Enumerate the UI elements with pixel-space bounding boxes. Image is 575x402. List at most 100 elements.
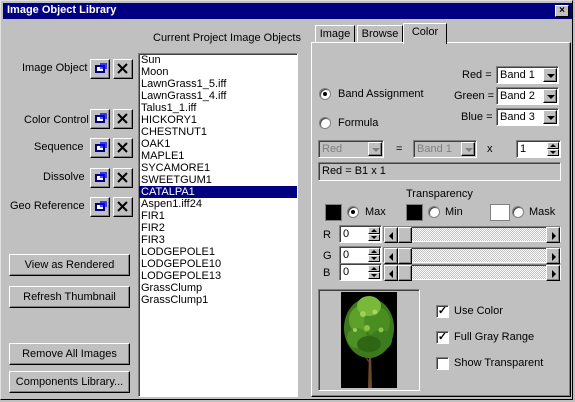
stepper-up-icon[interactable]: [368, 227, 380, 234]
list-item[interactable]: LODGEPOLE10: [139, 258, 297, 270]
blue-band-value: Band 3: [500, 111, 535, 123]
list-item[interactable]: GrassClump1: [139, 294, 297, 306]
tab-color[interactable]: Color: [403, 23, 447, 44]
tab-browse[interactable]: Browse: [357, 25, 403, 43]
refresh-thumbnail-button[interactable]: Refresh Thumbnail: [9, 286, 130, 308]
image-object-load-button[interactable]: [90, 59, 110, 79]
stepper-down-icon[interactable]: [368, 255, 380, 262]
list-item[interactable]: SYCAMORE1: [139, 162, 297, 174]
list-item[interactable]: OAK1: [139, 138, 297, 150]
arrow-left-icon[interactable]: [384, 265, 398, 281]
g-value-stepper[interactable]: 0: [339, 246, 382, 264]
view-as-rendered-button[interactable]: View as Rendered: [9, 254, 130, 276]
stepper-up-icon[interactable]: [547, 142, 559, 149]
mask-color-swatch[interactable]: [490, 204, 510, 221]
stepper-up-icon[interactable]: [368, 265, 380, 272]
b-label: B: [323, 267, 331, 279]
x-icon: [117, 142, 128, 153]
chevron-down-icon[interactable]: [543, 68, 557, 82]
use-color-checkbox[interactable]: ✓: [436, 305, 449, 318]
show-transparent-checkbox[interactable]: [436, 357, 449, 370]
g-slider[interactable]: [383, 247, 561, 264]
geo-reference-load-button[interactable]: [90, 197, 110, 217]
band-assignment-radio[interactable]: [319, 88, 331, 100]
list-item[interactable]: HICKORY1: [139, 114, 297, 126]
b-slider[interactable]: [383, 264, 561, 281]
window-title: Image Object Library: [7, 4, 117, 16]
arrow-left-icon[interactable]: [384, 227, 398, 243]
red-band-select[interactable]: Band 1: [496, 66, 559, 84]
formula-band-select[interactable]: Band 1: [413, 140, 477, 158]
max-radio[interactable]: [347, 206, 359, 218]
red-band-value: Band 1: [500, 69, 535, 81]
dissolve-clear-button[interactable]: [113, 168, 133, 188]
list-item[interactable]: MAPLE1: [139, 150, 297, 162]
list-item[interactable]: GrassClump: [139, 282, 297, 294]
list-item-selected[interactable]: CATALPA1: [139, 186, 297, 198]
tree-thumbnail-image: [341, 292, 397, 388]
stepper-down-icon[interactable]: [547, 149, 559, 156]
min-color-swatch[interactable]: [406, 204, 423, 221]
max-color-swatch[interactable]: [325, 204, 342, 221]
image-objects-list[interactable]: Sun Moon LawnGrass1_5.iff LawnGrass1_4.i…: [138, 53, 298, 397]
dissolve-label: Dissolve: [43, 171, 85, 183]
full-gray-range-checkbox[interactable]: ✓: [436, 331, 449, 344]
sequence-clear-button[interactable]: [113, 138, 133, 158]
image-object-library-window: Image Object Library × Image Object Colo…: [0, 0, 573, 400]
r-slider[interactable]: [383, 226, 561, 243]
b-slider-thumb[interactable]: [398, 265, 412, 281]
color-control-load-button[interactable]: [90, 109, 110, 129]
list-item[interactable]: Sun: [139, 54, 297, 66]
list-item[interactable]: CHESTNUT1: [139, 126, 297, 138]
list-item[interactable]: Aspen1.iff24: [139, 198, 297, 210]
show-transparent-label: Show Transparent: [454, 357, 544, 369]
components-library-button[interactable]: Components Library...: [9, 371, 130, 393]
list-item[interactable]: Moon: [139, 66, 297, 78]
arrow-right-icon[interactable]: [546, 248, 560, 264]
tab-image[interactable]: Image: [315, 25, 355, 43]
b-value: 0: [343, 266, 350, 278]
remove-all-images-button[interactable]: Remove All Images: [9, 343, 130, 365]
g-label: G: [323, 250, 332, 262]
sequence-load-button[interactable]: [90, 138, 110, 158]
r-slider-thumb[interactable]: [398, 227, 412, 243]
list-item[interactable]: LODGEPOLE1: [139, 246, 297, 258]
max-label: Max: [365, 206, 386, 218]
stepper-up-icon[interactable]: [368, 248, 380, 255]
multiplier-stepper[interactable]: 1: [516, 140, 561, 158]
list-item[interactable]: LawnGrass1_4.iff: [139, 90, 297, 102]
image-object-clear-button[interactable]: [113, 59, 133, 79]
b-value-stepper[interactable]: 0: [339, 263, 382, 281]
g-slider-thumb[interactable]: [398, 248, 412, 264]
arrow-left-icon[interactable]: [384, 248, 398, 264]
color-control-clear-button[interactable]: [113, 109, 133, 129]
list-item[interactable]: Talus1_1.iff: [139, 102, 297, 114]
list-item[interactable]: FIR3: [139, 234, 297, 246]
r-value-stepper[interactable]: 0: [339, 225, 382, 243]
list-item[interactable]: SWEETGUM1: [139, 174, 297, 186]
mask-radio[interactable]: [512, 206, 524, 218]
arrow-right-icon[interactable]: [546, 227, 560, 243]
min-radio[interactable]: [428, 206, 440, 218]
x-icon: [117, 172, 128, 183]
close-icon[interactable]: ×: [555, 5, 569, 17]
chevron-down-icon[interactable]: [543, 89, 557, 103]
formula-text-field[interactable]: Red = B1 x 1: [318, 162, 561, 181]
geo-reference-clear-button[interactable]: [113, 197, 133, 217]
list-item[interactable]: LODGEPOLE13: [139, 270, 297, 282]
chevron-down-icon[interactable]: [461, 142, 475, 156]
formula-radio[interactable]: [319, 117, 331, 129]
formula-channel-select[interactable]: Red: [318, 140, 384, 158]
chevron-down-icon[interactable]: [368, 142, 382, 156]
stepper-down-icon[interactable]: [368, 272, 380, 279]
stepper-down-icon[interactable]: [368, 234, 380, 241]
dissolve-load-button[interactable]: [90, 168, 110, 188]
arrow-right-icon[interactable]: [546, 265, 560, 281]
blue-band-select[interactable]: Band 3: [496, 108, 559, 126]
title-bar[interactable]: Image Object Library ×: [3, 3, 572, 19]
list-item[interactable]: LawnGrass1_5.iff: [139, 78, 297, 90]
list-item[interactable]: FIR2: [139, 222, 297, 234]
green-band-select[interactable]: Band 2: [496, 87, 559, 105]
list-item[interactable]: FIR1: [139, 210, 297, 222]
chevron-down-icon[interactable]: [543, 110, 557, 124]
